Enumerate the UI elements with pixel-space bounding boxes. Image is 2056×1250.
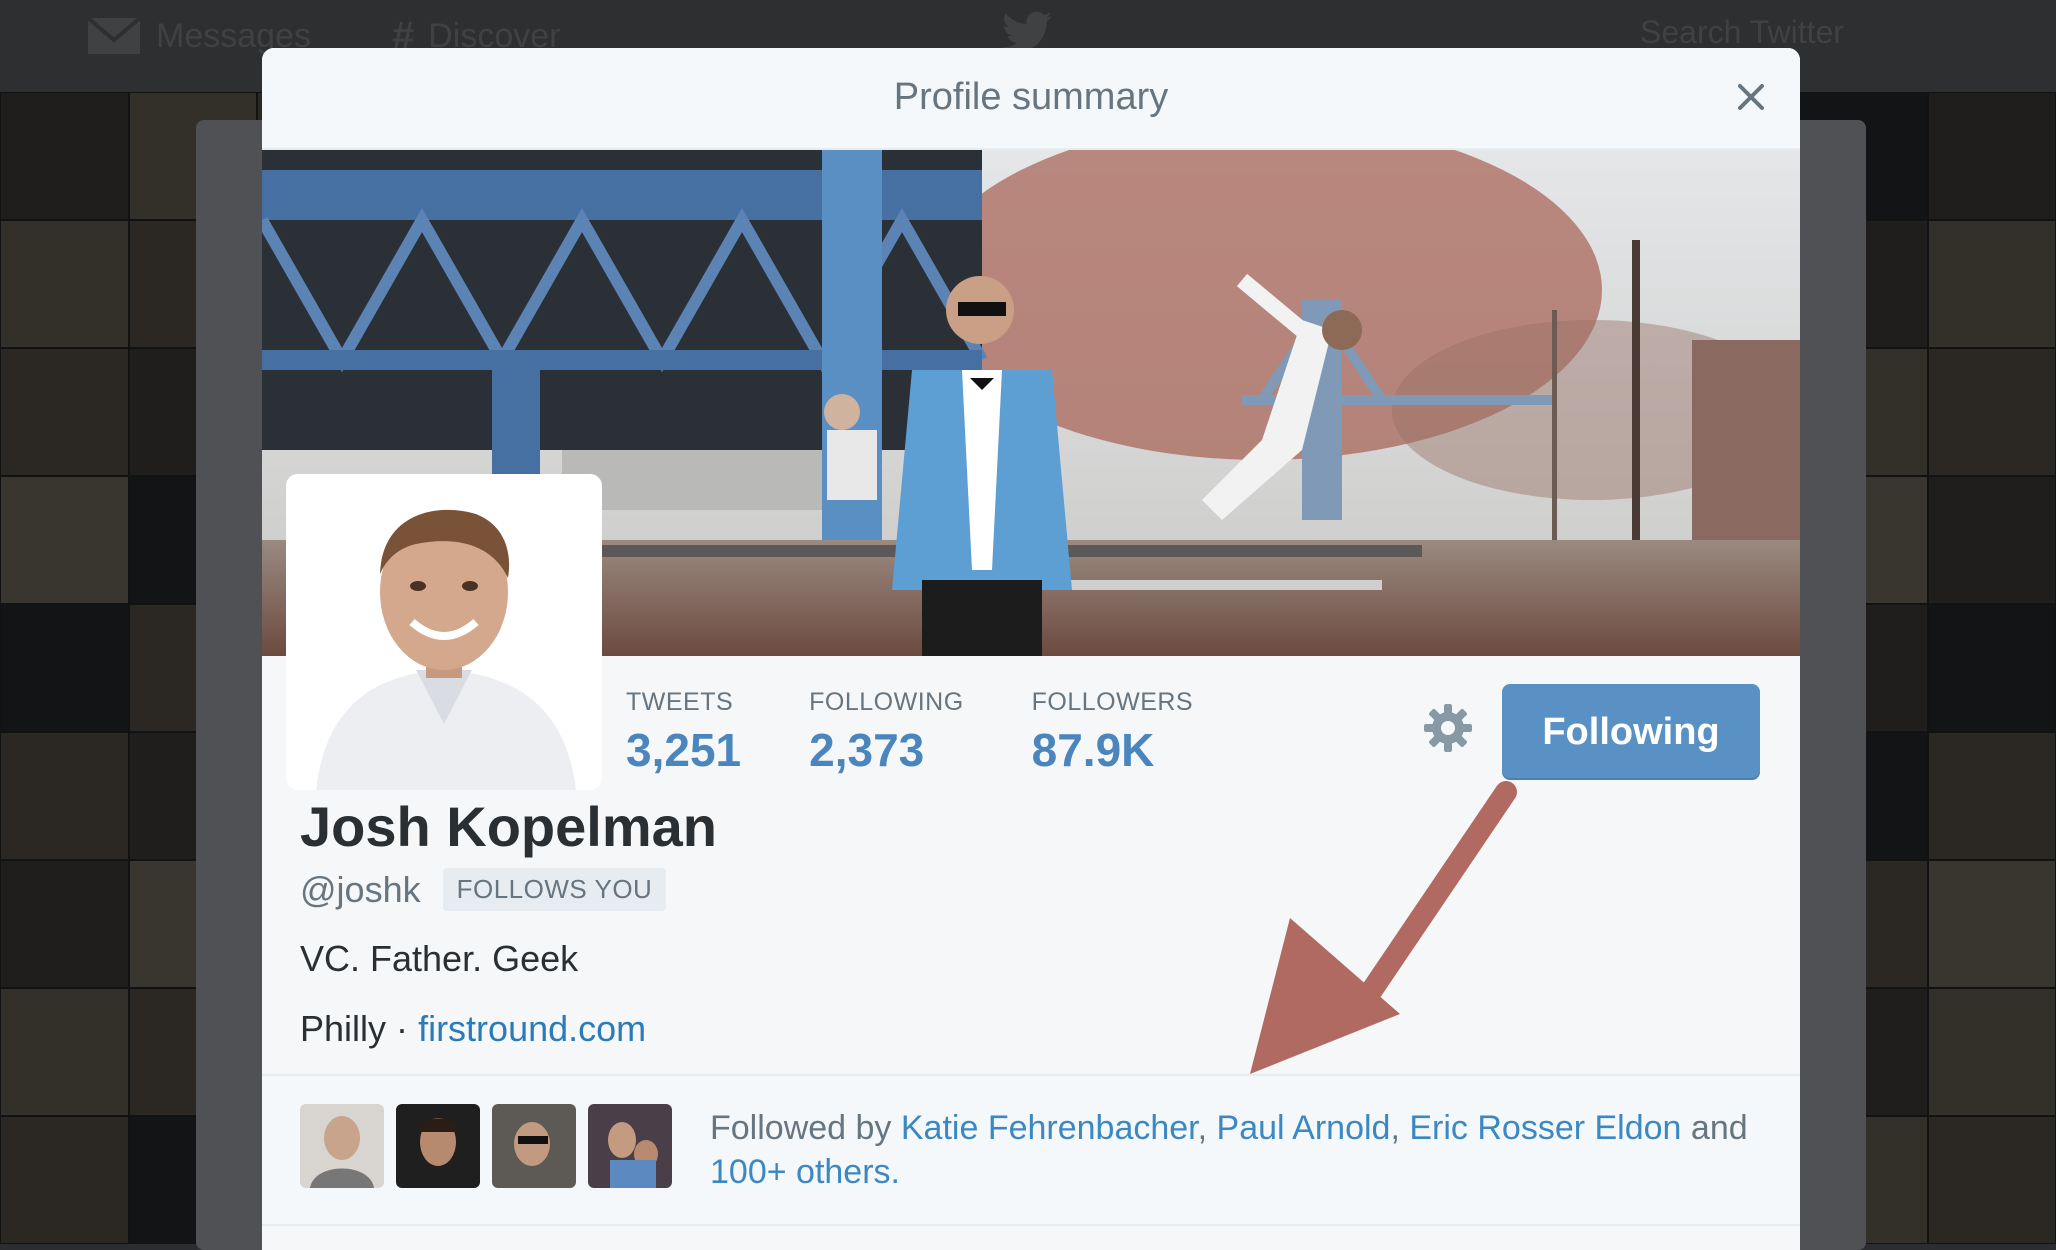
stat-value: 87.9K [1031, 724, 1155, 776]
followed-by-section: Followed by Katie Fehrenbacher, Paul Arn… [262, 1074, 1800, 1226]
profile-stats: TWEETS 3,251 FOLLOWING 2,373 FOLLOWERS 8… [626, 688, 1261, 777]
profile-bio: VC. Father. Geek [300, 938, 579, 979]
follower-avatar[interactable] [588, 1104, 672, 1188]
stat-value: 3,251 [626, 724, 742, 776]
others-link[interactable]: 100+ others. [710, 1153, 900, 1191]
location-row: Philly · firstround.com [300, 1008, 646, 1050]
profile-location: Philly [300, 1008, 387, 1049]
profile-handle[interactable]: @joshk [300, 869, 421, 911]
followed-by-text: Followed by Katie Fehrenbacher, Paul Arn… [710, 1106, 1750, 1194]
stat-label: FOLLOWING [809, 688, 964, 716]
follower-avatar[interactable] [300, 1104, 384, 1188]
following-button[interactable]: Following [1502, 684, 1760, 780]
follower-avatar[interactable] [492, 1104, 576, 1188]
stat-tweets[interactable]: TWEETS 3,251 [626, 688, 741, 777]
profile-name: Josh Kopelman [300, 795, 717, 858]
separator: · [396, 1008, 409, 1049]
handle-row: @joshk FOLLOWS YOU [300, 868, 667, 911]
follower-link[interactable]: Paul Arnold [1217, 1109, 1391, 1147]
close-icon[interactable] [1728, 74, 1774, 120]
followed-by-prefix: Followed by [710, 1109, 892, 1147]
stat-followers[interactable]: FOLLOWERS 87.9K [1032, 688, 1193, 777]
follower-link[interactable]: Katie Fehrenbacher [901, 1109, 1198, 1147]
comma: , [1390, 1109, 1400, 1147]
gear-icon[interactable] [1422, 702, 1474, 754]
stat-value: 2,373 [809, 724, 925, 776]
follower-avatar[interactable] [396, 1104, 480, 1188]
and-text: and [1690, 1109, 1748, 1147]
profile-summary-modal: Profile summary TWEETS 3,251 FOLLOWING 2… [262, 48, 1800, 1250]
modal-header: Profile summary [262, 48, 1800, 150]
stat-following[interactable]: FOLLOWING 2,373 [809, 688, 964, 777]
stat-label: TWEETS [626, 688, 734, 716]
profile-website-link[interactable]: firstround.com [418, 1008, 646, 1049]
profile-avatar[interactable] [286, 474, 602, 790]
comma: , [1197, 1109, 1208, 1147]
follows-you-badge: FOLLOWS YOU [442, 868, 667, 911]
followed-by-avatars [300, 1104, 672, 1188]
modal-title: Profile summary [893, 76, 1169, 118]
stat-label: FOLLOWERS [1031, 688, 1194, 716]
follower-link[interactable]: Eric Rosser Eldon [1409, 1109, 1681, 1147]
